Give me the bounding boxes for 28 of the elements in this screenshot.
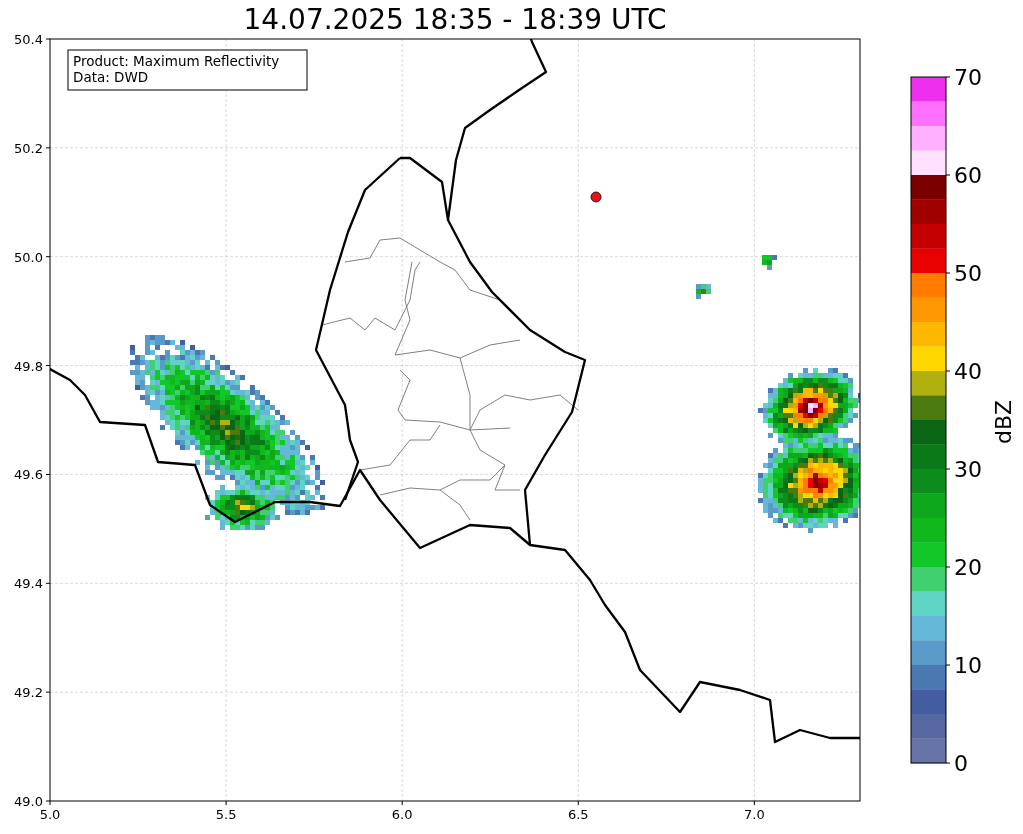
axis-tick-label: 49.0 bbox=[14, 794, 43, 809]
colorbar-tick-label: 40 bbox=[954, 359, 982, 384]
axis-tick-label: 7.0 bbox=[744, 807, 765, 822]
axis-tick-label: 5.5 bbox=[215, 807, 237, 822]
colorbar-tick-label: 20 bbox=[954, 555, 982, 580]
info-text: Product: Maximum Reflectivity bbox=[73, 53, 280, 69]
colorbar-tick-label: 0 bbox=[954, 751, 968, 776]
colorbar-tick-label: 70 bbox=[954, 65, 982, 90]
axis-tick-label: 50.0 bbox=[14, 249, 43, 265]
colorbar-label: dBZ bbox=[991, 399, 1016, 445]
axis-tick-label: 50.2 bbox=[14, 140, 43, 156]
colorbar-tick-label: 30 bbox=[954, 457, 982, 482]
axis-tick-label: 49.8 bbox=[14, 358, 43, 374]
colorbar-tick-label: 50 bbox=[954, 261, 982, 286]
radar-echo-drawing bbox=[762, 255, 777, 270]
axis-tick-label: 49.2 bbox=[14, 685, 43, 701]
radar-echo-drawing bbox=[696, 284, 711, 299]
info-text: Data: DWD bbox=[73, 69, 149, 85]
location-marker-icon bbox=[590, 191, 602, 203]
colorbar-tick-label: 10 bbox=[954, 653, 982, 678]
axis-tick-label: 6.5 bbox=[567, 807, 589, 822]
chart-title: 14.07.2025 18:35 - 18:39 UTC bbox=[243, 2, 667, 38]
axis-tick-label: 5.0 bbox=[39, 807, 61, 822]
colorbar-tick-label: 60 bbox=[954, 163, 982, 188]
axis-tick-label: 49.4 bbox=[14, 576, 43, 592]
axis-tick-label: 6.0 bbox=[391, 807, 413, 822]
axis-tick-label: 49.6 bbox=[14, 467, 43, 483]
axis-tick-label: 50.4 bbox=[14, 32, 43, 47]
